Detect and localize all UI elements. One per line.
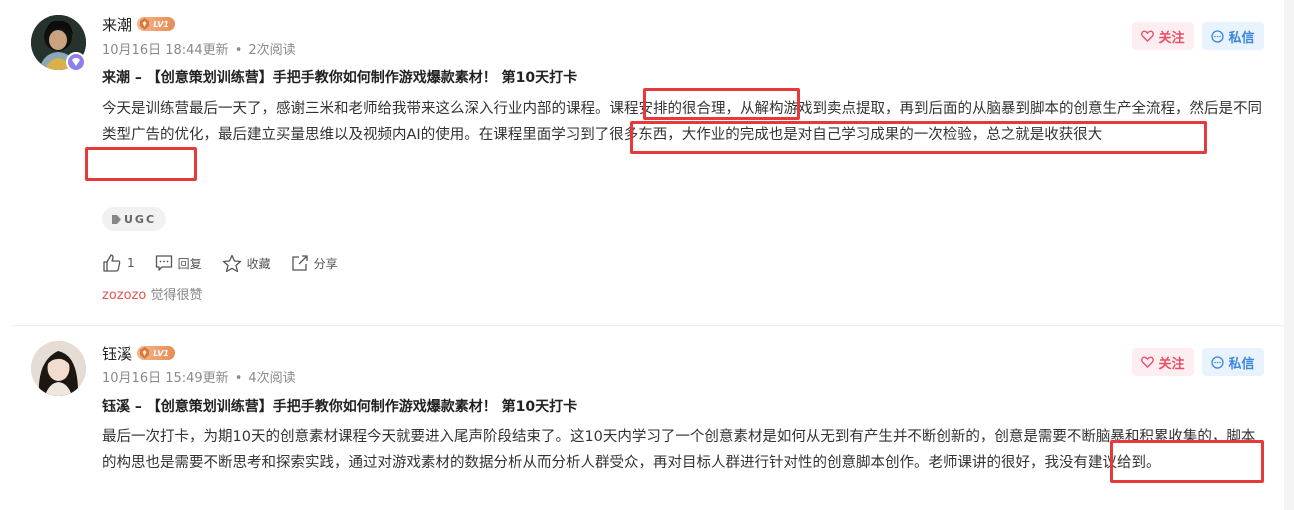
scrollbar[interactable] [1284,0,1294,510]
liked-by: zozozo 觉得很赞 [102,284,203,303]
post-date: 10月16日 18:44更新 [102,43,229,58]
medal-icon [140,347,149,359]
post-card: 来潮 LV1 10月16日 18:44更新 • 2次阅读 关注 私信 来潮 – 【创… [0,0,1284,325]
post-title[interactable]: 来潮 – 【创意策划训练营】手把手教你如何制作游戏爆款素材！ 第10天打卡 [102,67,577,87]
follow-button[interactable]: 关注 [1132,22,1194,50]
level-badge: LV1 [137,346,175,360]
share-button[interactable]: 分享 [291,254,338,272]
level-badge: LV1 [137,17,175,31]
thumbs-up-icon [103,254,121,272]
read-count: 2次阅读 [248,43,296,58]
post-content: 最后一次打卡，为期10天的创意素材课程今天就要进入尾声阶段结束了。这10天内学习… [102,429,1256,471]
separator-dot: • [234,371,243,386]
avatar-image [31,341,86,396]
follow-label: 关注 [1158,356,1185,372]
share-label: 分享 [313,256,338,271]
collect-label: 收藏 [246,256,271,271]
separator-dot: • [234,43,243,58]
action-bar: 1 回复 收藏 分享 [102,252,358,274]
reply-label: 回复 [177,256,202,271]
read-count: 4次阅读 [248,371,296,386]
highlight-box [85,147,197,181]
topic-tag[interactable]: UGC [102,207,167,231]
author-name[interactable]: 钰溪 [102,343,132,364]
star-icon [222,254,241,272]
liked-by-user[interactable]: zozozo [102,288,146,303]
post-meta: 10月16日 15:49更新 • 4次阅读 [102,367,296,386]
liked-by-text: 觉得很赞 [150,288,203,303]
like-button[interactable]: 1 [102,253,135,273]
message-label: 私信 [1228,30,1255,46]
post-meta: 10月16日 18:44更新 • 2次阅读 [102,39,296,58]
comment-icon [155,255,172,271]
share-icon [292,255,308,271]
message-button[interactable]: 私信 [1202,348,1264,376]
author-name[interactable]: 来潮 [102,14,132,35]
heart-icon [1141,30,1155,42]
message-button[interactable]: 私信 [1202,22,1264,50]
collect-button[interactable]: 收藏 [222,254,271,273]
post-date: 10月16日 15:49更新 [102,371,229,386]
level-label: LV1 [153,348,169,358]
heart-icon [1141,356,1155,368]
tag-icon [112,214,121,224]
verified-badge-icon [66,52,86,72]
post-content: 今天是训练营最后一天了，感谢三米和老师给我带来这么深入行业内部的课程。课程安排的… [102,101,1262,143]
medal-icon [140,18,149,30]
follow-label: 关注 [1158,30,1185,46]
message-label: 私信 [1228,356,1255,372]
message-icon [1211,355,1225,369]
avatar[interactable] [31,341,86,396]
reply-button[interactable]: 回复 [155,254,202,272]
post-card: 钰溪 LV1 10月16日 15:49更新 • 4次阅读 关注 私信 钰溪 – 【创… [0,326,1284,510]
follow-button[interactable]: 关注 [1132,348,1194,376]
post-title[interactable]: 钰溪 – 【创意策划训练营】手把手教你如何制作游戏爆款素材！ 第10天打卡 [102,396,577,416]
like-count: 1 [127,256,135,270]
level-label: LV1 [153,19,169,29]
tag-label: UGC [124,212,157,226]
message-icon [1211,29,1225,43]
